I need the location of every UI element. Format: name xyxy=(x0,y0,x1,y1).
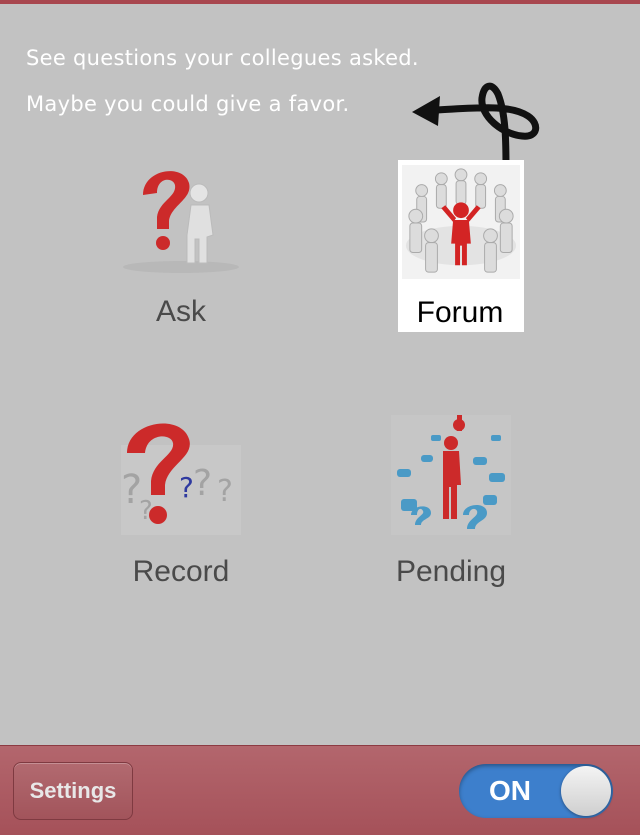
on-off-toggle[interactable]: ON xyxy=(459,764,613,818)
hint-line-1: See questions your collegues asked. xyxy=(26,46,419,70)
record-label: Record xyxy=(132,555,230,588)
question-mark-thinking-figure-icon xyxy=(123,171,239,273)
pending-label: Pending xyxy=(395,555,507,588)
svg-text:?: ? xyxy=(217,474,233,509)
toggle-label: ON xyxy=(489,775,531,806)
people-circle-icon xyxy=(402,164,520,280)
ask-tile[interactable]: Ask xyxy=(81,155,281,335)
hint-line-2: Maybe you could give a favor. xyxy=(26,92,350,116)
forum-tile[interactable]: Forum xyxy=(360,160,560,332)
many-question-marks-icon: ? ? ? ? ? xyxy=(121,423,241,535)
settings-button[interactable]: Settings xyxy=(13,762,133,820)
ask-label: Ask xyxy=(155,295,206,328)
forum-label: Forum xyxy=(416,296,504,329)
top-strip xyxy=(0,0,640,4)
pending-tile[interactable]: Pending xyxy=(351,415,551,595)
svg-text:?: ? xyxy=(193,463,212,504)
toggle-knob[interactable] xyxy=(561,766,611,816)
hint-arrow-icon xyxy=(412,82,540,173)
figure-among-question-marks-icon xyxy=(391,415,511,535)
bottom-toolbar: Settings ON xyxy=(0,745,640,835)
svg-text:?: ? xyxy=(179,471,194,504)
record-tile[interactable]: ? ? ? ? ? Record xyxy=(81,415,281,595)
